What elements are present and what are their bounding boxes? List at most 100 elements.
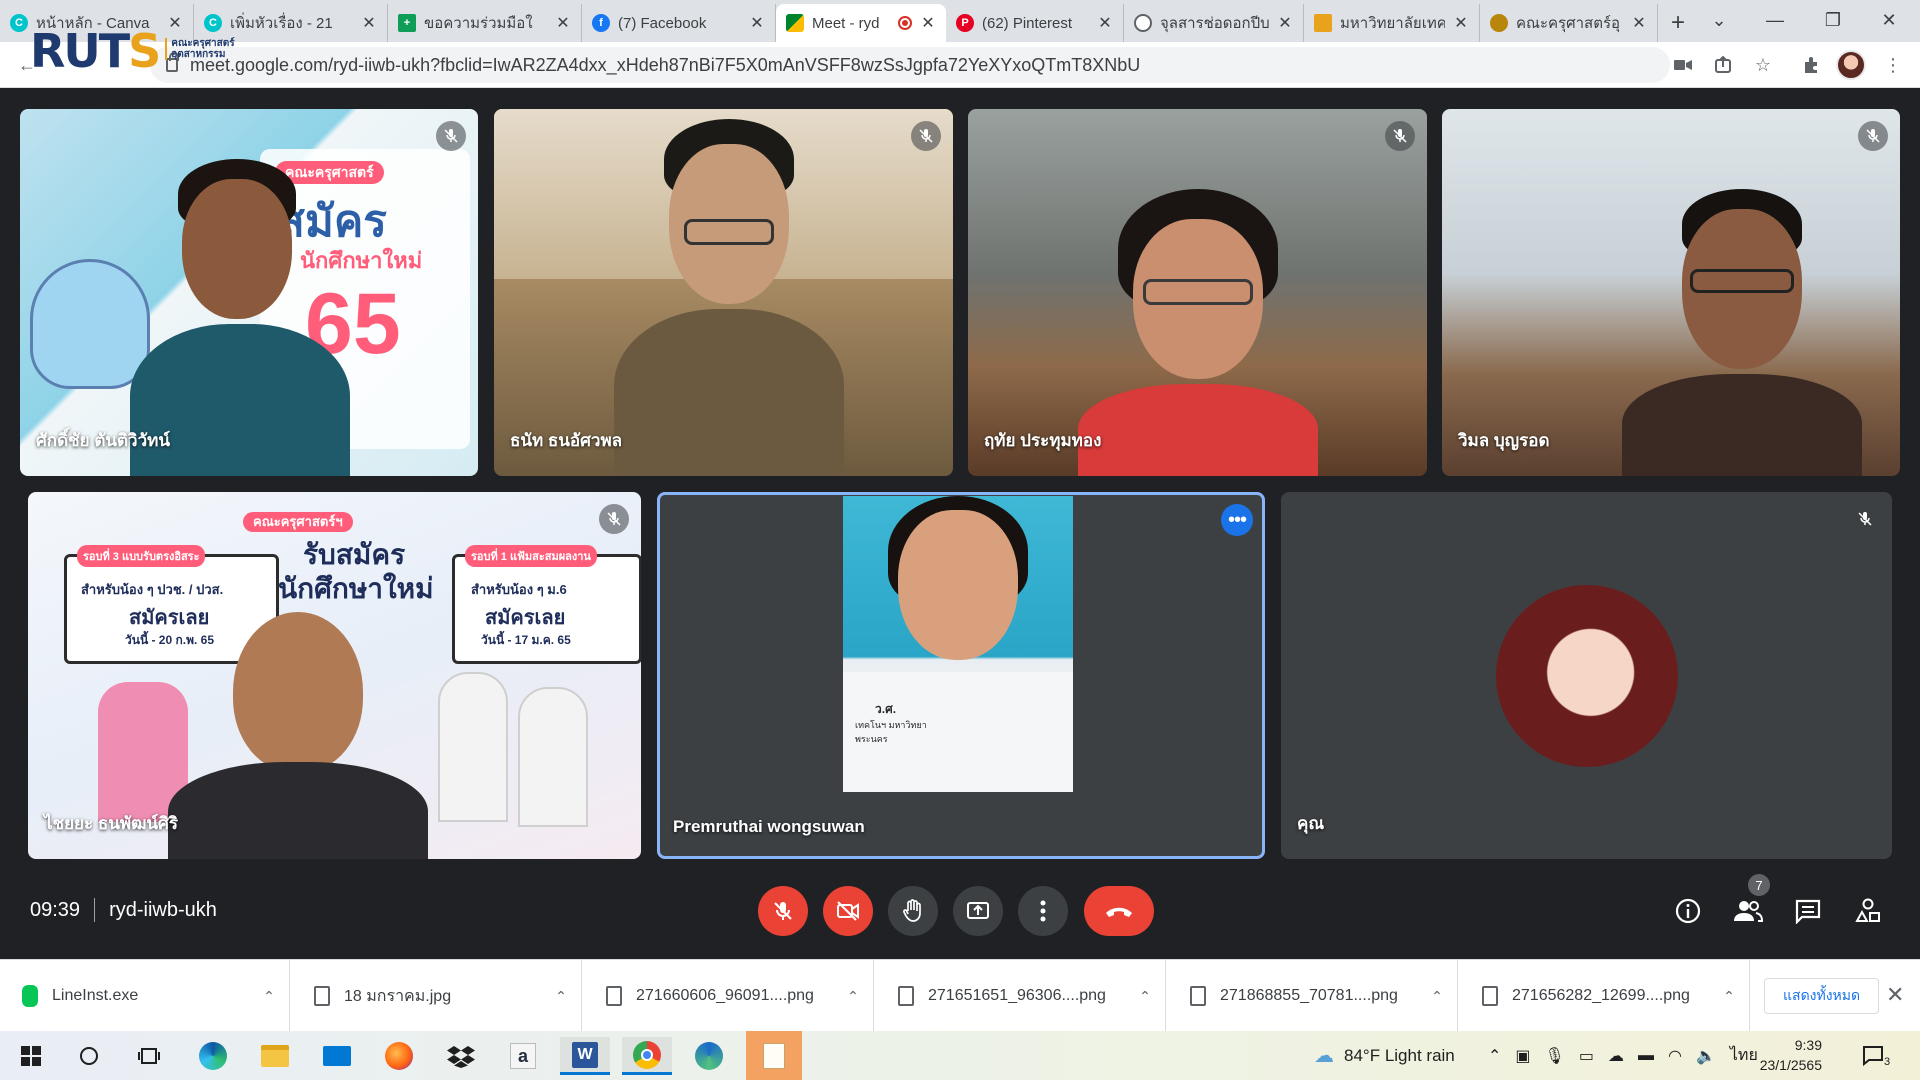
tab-title: (62) Pinterest bbox=[982, 14, 1073, 32]
browser-tab-active[interactable]: Meet - ryd ✕ bbox=[776, 4, 946, 42]
rain-cloud-icon: ☁ bbox=[1314, 1045, 1334, 1067]
participant-tile[interactable]: คณะครุศาสตร์ สมัคร นักศึกษาใหม่ 65 ศักดิ… bbox=[20, 109, 478, 476]
close-tab-icon[interactable]: ✕ bbox=[1277, 13, 1293, 33]
address-bar[interactable]: meet.google.com/ryd-iiwb-ukh?fbclid=IwAR… bbox=[150, 47, 1670, 83]
participant-tile[interactable]: คณะครุศาสตร์ฯ รับสมัคร นักศึกษาใหม่ รอบท… bbox=[28, 492, 641, 859]
browser-tab[interactable]: f (7) Facebook ✕ bbox=[582, 4, 776, 42]
windows-start-icon[interactable] bbox=[6, 1037, 56, 1075]
menu-kebab-icon[interactable]: ⋮ bbox=[1880, 52, 1906, 78]
download-item[interactable]: 271656282_12699....png ⌃ bbox=[1460, 960, 1750, 1032]
more-options-button[interactable] bbox=[1018, 886, 1068, 936]
raise-hand-button[interactable] bbox=[888, 886, 938, 936]
display-icon[interactable]: ▭ bbox=[1579, 1046, 1594, 1066]
amazon-icon[interactable]: a bbox=[498, 1037, 548, 1075]
download-item[interactable]: 18 มกราคม.jpg ⌃ bbox=[292, 960, 582, 1032]
close-window-button[interactable]: ✕ bbox=[1866, 0, 1912, 40]
participant-name: คุณ bbox=[1297, 814, 1325, 833]
mail-icon[interactable] bbox=[312, 1037, 362, 1075]
search-icon[interactable] bbox=[64, 1037, 114, 1075]
tab-title: Meet - ryd bbox=[812, 14, 880, 32]
edge-beta-icon[interactable] bbox=[684, 1037, 734, 1075]
chat-icon[interactable] bbox=[1791, 894, 1825, 928]
chevron-up-icon[interactable]: ⌃ bbox=[1488, 1046, 1501, 1066]
download-filename: 271651651_96306....png bbox=[928, 987, 1106, 1004]
restore-button[interactable]: ❐ bbox=[1810, 0, 1856, 40]
present-screen-button[interactable] bbox=[953, 886, 1003, 936]
participant-tile[interactable]: ฤทัย ประทุมทอง bbox=[968, 109, 1427, 476]
browser-toolbar: ← meet.google.com/ryd-iiwb-ukh?fbclid=Iw… bbox=[0, 42, 1920, 88]
meeting-code[interactable]: ryd-iiwb-ukh bbox=[109, 899, 217, 922]
show-all-downloads-button[interactable]: แสดงทั้งหมด bbox=[1764, 978, 1880, 1014]
download-item[interactable]: 271651651_96306....png ⌃ bbox=[876, 960, 1166, 1032]
close-tab-icon[interactable]: ✕ bbox=[1097, 13, 1113, 33]
dropbox-icon[interactable] bbox=[436, 1037, 486, 1075]
profile-avatar[interactable] bbox=[1836, 50, 1866, 80]
chevron-up-icon[interactable]: ⌃ bbox=[541, 988, 581, 1005]
download-item[interactable]: 271868855_70781....png ⌃ bbox=[1168, 960, 1458, 1032]
chevron-up-icon[interactable]: ⌃ bbox=[1709, 988, 1749, 1005]
browser-tab[interactable]: จุลสารช่อดอกปีบ ✕ bbox=[1124, 4, 1304, 42]
participant-tile-active[interactable]: ว.ศ. เทคโนฯ มหาวิทยา พระนคร Premruthai w… bbox=[657, 492, 1265, 859]
edge-icon[interactable] bbox=[188, 1037, 238, 1075]
microphone-toggle-button[interactable] bbox=[758, 886, 808, 936]
participant-video bbox=[1078, 189, 1318, 476]
microphone-icon[interactable]: 🎙 bbox=[1545, 1046, 1565, 1066]
system-tray: ⌃ ▣ 🎙 ▭ ☁ ▬ ◠ 🔈 ไทย bbox=[1488, 1031, 1758, 1080]
notepad-icon[interactable] bbox=[746, 1031, 802, 1080]
meeting-info: 09:39 ryd-iiwb-ukh bbox=[30, 898, 217, 922]
close-tab-icon[interactable]: ✕ bbox=[920, 13, 936, 33]
close-downloads-icon[interactable]: ✕ bbox=[1886, 982, 1904, 1008]
browser-tab[interactable]: + ขอความร่วมมือใ ✕ bbox=[388, 4, 582, 42]
chevron-up-icon[interactable]: ⌃ bbox=[249, 988, 289, 1005]
participant-tile[interactable]: ธนัท ธนอัศวพล bbox=[494, 109, 953, 476]
close-tab-icon[interactable]: ✕ bbox=[1453, 13, 1469, 33]
system-clock[interactable]: 9:39 23/1/2565 bbox=[1722, 1035, 1822, 1075]
file-icon bbox=[606, 986, 622, 1006]
meet-tray-icon[interactable]: ▣ bbox=[1515, 1046, 1530, 1066]
battery-icon[interactable]: ▬ bbox=[1638, 1047, 1654, 1065]
close-tab-icon[interactable]: ✕ bbox=[749, 13, 765, 33]
participant-name: ไชยยะ ธนพัฒน์ศิริ bbox=[44, 814, 178, 833]
firefox-icon[interactable] bbox=[374, 1037, 424, 1075]
download-item[interactable]: LineInst.exe ⌃ bbox=[0, 960, 290, 1032]
browser-tab[interactable]: คณะครุศาสตร์อุ ✕ bbox=[1480, 4, 1658, 42]
leave-call-button[interactable] bbox=[1084, 886, 1154, 936]
volume-icon[interactable]: 🔈 bbox=[1696, 1046, 1716, 1066]
close-tab-icon[interactable]: ✕ bbox=[1631, 13, 1647, 33]
word-icon[interactable]: W bbox=[560, 1037, 610, 1075]
activities-icon[interactable] bbox=[1851, 894, 1885, 928]
camera-toggle-button[interactable] bbox=[823, 886, 873, 936]
close-tab-icon[interactable]: ✕ bbox=[555, 13, 571, 33]
file-explorer-icon[interactable] bbox=[250, 1037, 300, 1075]
download-item[interactable]: 271660606_96091....png ⌃ bbox=[584, 960, 874, 1032]
more-options-button[interactable]: ••• bbox=[1221, 504, 1253, 536]
chrome-icon[interactable] bbox=[622, 1037, 672, 1075]
share-icon[interactable] bbox=[1710, 52, 1736, 78]
wifi-icon[interactable]: ◠ bbox=[1668, 1046, 1682, 1066]
globe-icon bbox=[1134, 14, 1152, 32]
extensions-icon[interactable] bbox=[1798, 52, 1824, 78]
participant-tile[interactable]: วิมล บุญรอด bbox=[1442, 109, 1900, 476]
download-filename: 18 มกราคม.jpg bbox=[344, 987, 452, 1005]
cloud-icon[interactable]: ☁ bbox=[1608, 1046, 1624, 1066]
download-filename: 271868855_70781....png bbox=[1220, 987, 1398, 1004]
tab-search-icon[interactable]: ⌄ bbox=[1696, 0, 1742, 40]
chevron-up-icon[interactable]: ⌃ bbox=[833, 988, 873, 1005]
minimize-button[interactable]: — bbox=[1752, 0, 1798, 40]
bookmark-star-icon[interactable]: ☆ bbox=[1750, 52, 1776, 78]
browser-tab[interactable]: P (62) Pinterest ✕ bbox=[946, 4, 1124, 42]
chevron-up-icon[interactable]: ⌃ bbox=[1125, 988, 1165, 1005]
chevron-up-icon[interactable]: ⌃ bbox=[1417, 988, 1457, 1005]
browser-tab[interactable]: มหาวิทยาลัยเทค ✕ bbox=[1304, 4, 1480, 42]
tab-title: คณะครุศาสตร์อุ bbox=[1516, 15, 1621, 32]
mic-off-icon bbox=[911, 121, 941, 151]
task-view-icon[interactable] bbox=[124, 1037, 174, 1075]
new-tab-button[interactable]: + bbox=[1658, 4, 1698, 42]
close-tab-icon[interactable]: ✕ bbox=[361, 13, 377, 33]
camera-in-use-icon[interactable] bbox=[1670, 52, 1696, 78]
participants-icon[interactable] bbox=[1731, 894, 1765, 928]
meeting-details-icon[interactable] bbox=[1671, 894, 1705, 928]
weather-widget[interactable]: ☁ 84°F Light rain bbox=[1314, 1031, 1455, 1080]
poster-student-figure bbox=[438, 672, 508, 822]
notification-center-icon[interactable]: 3 bbox=[1862, 1031, 1890, 1080]
